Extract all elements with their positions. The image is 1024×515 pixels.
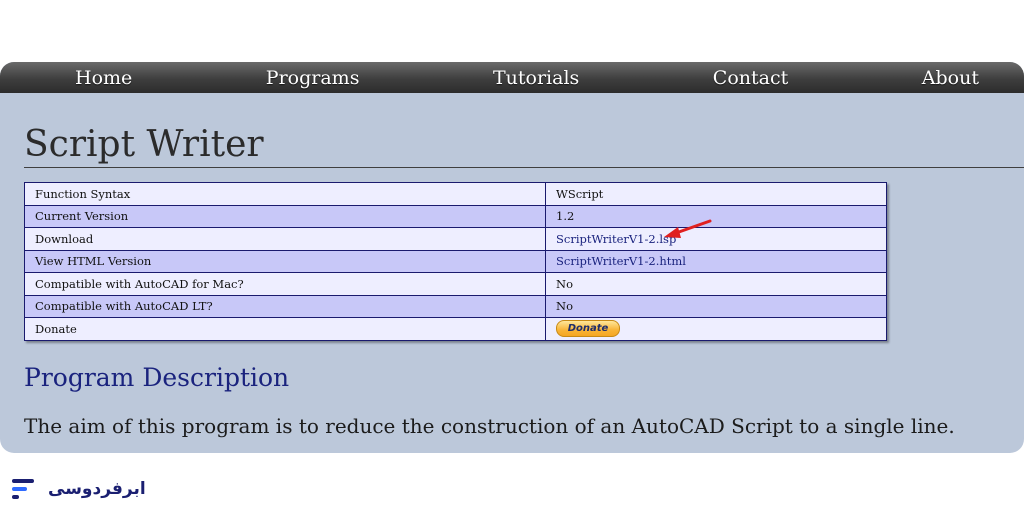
red-arrow-annotation-icon — [664, 219, 712, 238]
info-table: Function Syntax WScript Current Version … — [24, 182, 887, 341]
table-row: Compatible with AutoCAD LT? No — [24, 294, 887, 318]
row-key-current-version: Current Version — [24, 204, 546, 228]
row-value-mac-compat: No — [545, 272, 887, 296]
nav-programs[interactable]: Programs — [266, 67, 360, 89]
table-row: Donate Donate — [24, 317, 887, 341]
row-key-mac-compat: Compatible with AutoCAD for Mac? — [24, 272, 546, 296]
row-key-function-syntax: Function Syntax — [24, 182, 546, 206]
top-nav: Home Programs Tutorials Contact About — [0, 62, 1024, 93]
row-value-function-syntax: WScript — [545, 182, 887, 206]
row-value-current-version: 1.2 — [545, 204, 887, 228]
page-title: Script Writer — [24, 124, 264, 165]
table-row: Download ScriptWriterV1-2.lsp — [24, 227, 887, 251]
brand-name: ابرفردوسی — [48, 479, 146, 499]
row-key-html-version: View HTML Version — [24, 249, 546, 273]
title-rule: Script Writer — [24, 125, 1024, 168]
nav-about[interactable]: About — [922, 67, 979, 89]
nav-tutorials[interactable]: Tutorials — [493, 67, 579, 89]
html-version-link[interactable]: ScriptWriterV1-2.html — [556, 254, 686, 268]
table-row: Compatible with AutoCAD for Mac? No — [24, 272, 887, 296]
table-row: Current Version 1.2 — [24, 204, 887, 228]
browser-viewport: Home Programs Tutorials Contact About Sc… — [0, 62, 1024, 453]
row-key-download: Download — [24, 227, 546, 251]
section-heading-description: Program Description — [24, 362, 290, 392]
nav-contact[interactable]: Contact — [713, 67, 788, 89]
donate-button[interactable]: Donate — [556, 320, 620, 338]
row-value-donate: Donate — [545, 317, 887, 341]
nav-home[interactable]: Home — [75, 67, 132, 89]
download-link[interactable]: ScriptWriterV1-2.lsp — [556, 232, 676, 246]
table-row: View HTML Version ScriptWriterV1-2.html — [24, 249, 887, 273]
description-text: The aim of this program is to reduce the… — [24, 413, 955, 438]
row-value-download: ScriptWriterV1-2.lsp — [545, 227, 887, 251]
brand-watermark: ابرفردوسی — [12, 477, 146, 501]
row-key-lt-compat: Compatible with AutoCAD LT? — [24, 294, 546, 318]
table-row: Function Syntax WScript — [24, 182, 887, 206]
row-value-lt-compat: No — [545, 294, 887, 318]
brand-logo-icon — [12, 479, 34, 499]
row-key-donate: Donate — [24, 317, 546, 341]
main-content: Script Writer Function Syntax WScript Cu… — [0, 125, 1024, 438]
row-value-html-version: ScriptWriterV1-2.html — [545, 249, 887, 273]
